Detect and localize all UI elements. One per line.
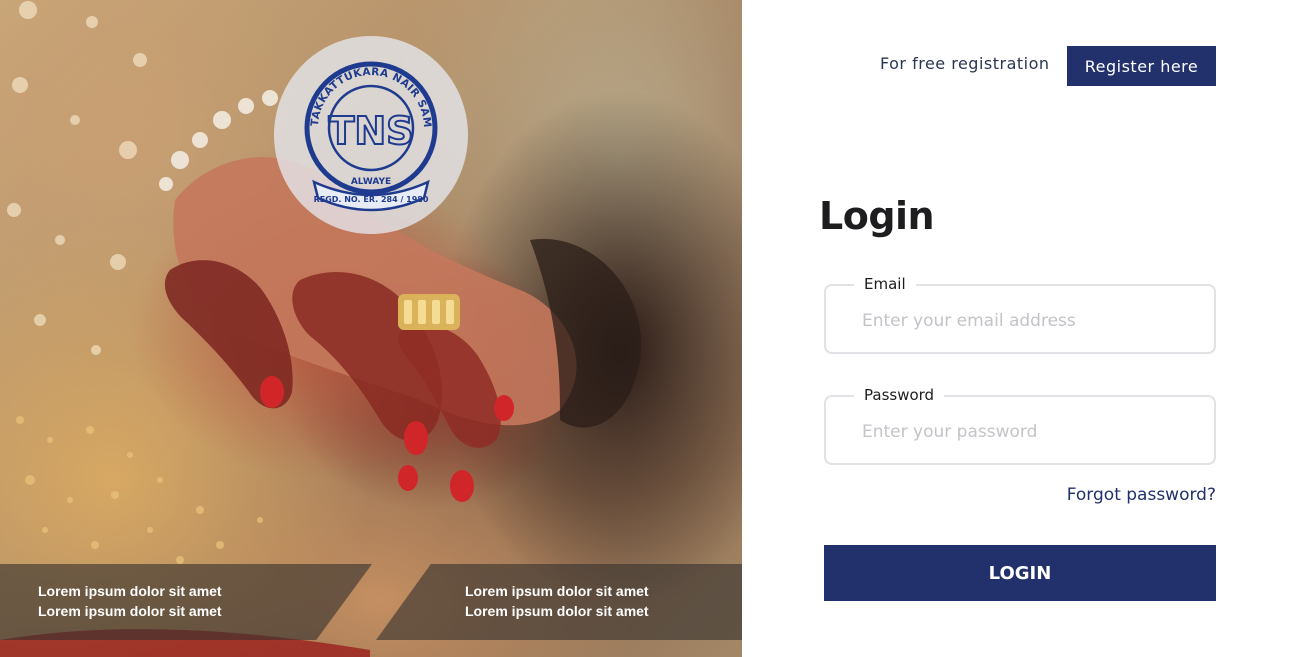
caption-line: Lorem ipsum dolor sit amet <box>465 603 649 619</box>
seal-regd: REGD. NO. ER. 284 / 1980 <box>314 195 429 204</box>
caption-band-right: Lorem ipsum dolor sit amet Lorem ipsum d… <box>376 564 742 640</box>
caption-text-left: Lorem ipsum dolor sit amet Lorem ipsum d… <box>38 581 222 621</box>
tns-seal-logo: THOTTAKKATTUKARA NAIR SAMAJAM TNS ALWAYE… <box>274 36 438 212</box>
seal-place: ALWAYE <box>351 177 391 187</box>
forgot-password-link[interactable]: Forgot password? <box>1067 485 1216 505</box>
password-field: Password <box>824 385 1216 465</box>
email-label: Email <box>854 274 916 294</box>
free-registration-text: For free registration <box>880 54 1050 73</box>
email-field: Email <box>824 274 1216 354</box>
login-button[interactable]: LOGIN <box>824 545 1216 601</box>
seal-initials: TNS <box>328 109 413 153</box>
organization-logo: THOTTAKKATTUKARA NAIR SAMAJAM TNS ALWAYE… <box>274 36 468 234</box>
password-label: Password <box>854 385 945 405</box>
caption-line: Lorem ipsum dolor sit amet <box>465 583 649 599</box>
caption-line: Lorem ipsum dolor sit amet <box>38 603 222 619</box>
caption-line: Lorem ipsum dolor sit amet <box>38 583 222 599</box>
caption-band-left: Lorem ipsum dolor sit amet Lorem ipsum d… <box>0 564 372 640</box>
password-input[interactable] <box>862 419 1192 445</box>
register-button[interactable]: Register here <box>1067 46 1216 86</box>
page-title: Login <box>819 194 935 238</box>
email-input[interactable] <box>862 308 1192 334</box>
hero-image-panel: THOTTAKKATTUKARA NAIR SAMAJAM TNS ALWAYE… <box>0 0 742 657</box>
caption-text-right: Lorem ipsum dolor sit amet Lorem ipsum d… <box>465 581 649 621</box>
